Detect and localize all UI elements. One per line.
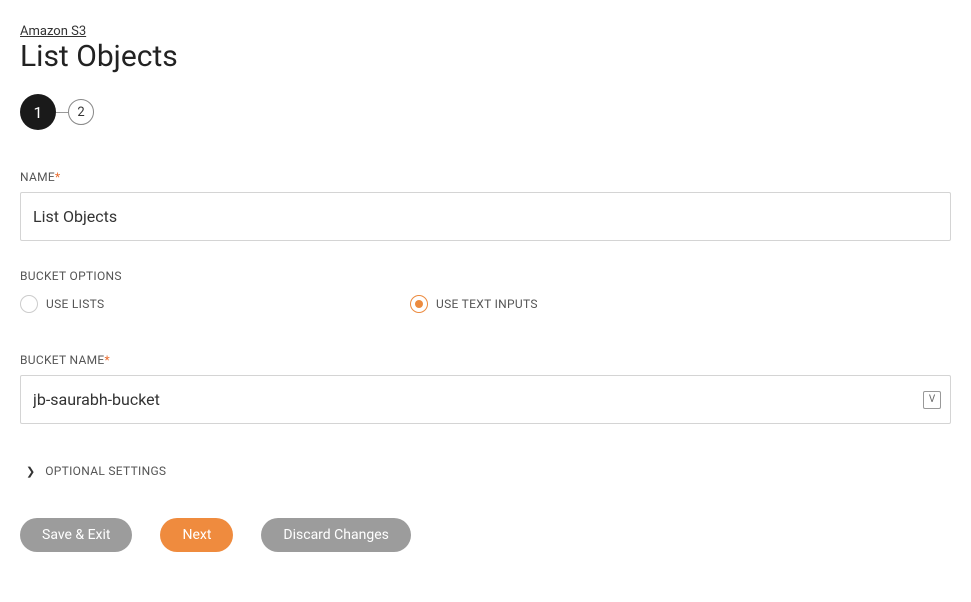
bucket-name-input[interactable]	[20, 375, 951, 424]
radio-use-lists-label: USE LISTS	[46, 297, 104, 311]
variable-icon[interactable]: V	[923, 391, 941, 409]
bucket-name-label: BUCKET NAME*	[20, 353, 951, 367]
discard-changes-button[interactable]: Discard Changes	[261, 518, 410, 552]
step-1[interactable]: 1	[20, 94, 56, 130]
radio-dot	[415, 300, 423, 308]
breadcrumb-link[interactable]: Amazon S3	[20, 24, 86, 39]
wizard-stepper: 1 2	[20, 94, 951, 130]
radio-use-lists[interactable]: USE LISTS	[20, 295, 410, 313]
bucket-options-label: BUCKET OPTIONS	[20, 269, 951, 283]
bucket-name-field-group: BUCKET NAME* V	[20, 353, 951, 424]
name-input[interactable]	[20, 192, 951, 241]
bucket-options-group: BUCKET OPTIONS USE LISTS USE TEXT INPUTS	[20, 269, 951, 313]
radio-circle-unselected	[20, 295, 38, 313]
name-label-text: NAME	[20, 170, 55, 184]
name-label: NAME*	[20, 170, 951, 184]
required-indicator: *	[55, 170, 60, 184]
next-button[interactable]: Next	[160, 518, 233, 552]
save-exit-button[interactable]: Save & Exit	[20, 518, 132, 552]
optional-settings-label: OPTIONAL SETTINGS	[45, 464, 166, 478]
step-connector	[56, 112, 68, 113]
radio-use-text-inputs[interactable]: USE TEXT INPUTS	[410, 295, 800, 313]
chevron-right-icon: ❯	[26, 465, 35, 478]
radio-use-text-inputs-label: USE TEXT INPUTS	[436, 297, 538, 311]
bucket-name-input-wrapper: V	[20, 375, 951, 424]
bucket-options-radio-row: USE LISTS USE TEXT INPUTS	[20, 295, 951, 313]
optional-settings-toggle[interactable]: ❯ OPTIONAL SETTINGS	[20, 464, 951, 478]
required-indicator: *	[105, 353, 110, 367]
name-field-group: NAME*	[20, 170, 951, 241]
bucket-name-label-text: BUCKET NAME	[20, 353, 105, 367]
step-2[interactable]: 2	[68, 99, 94, 125]
radio-circle-selected	[410, 295, 428, 313]
button-row: Save & Exit Next Discard Changes	[20, 518, 951, 552]
page-title: List Objects	[20, 39, 951, 74]
